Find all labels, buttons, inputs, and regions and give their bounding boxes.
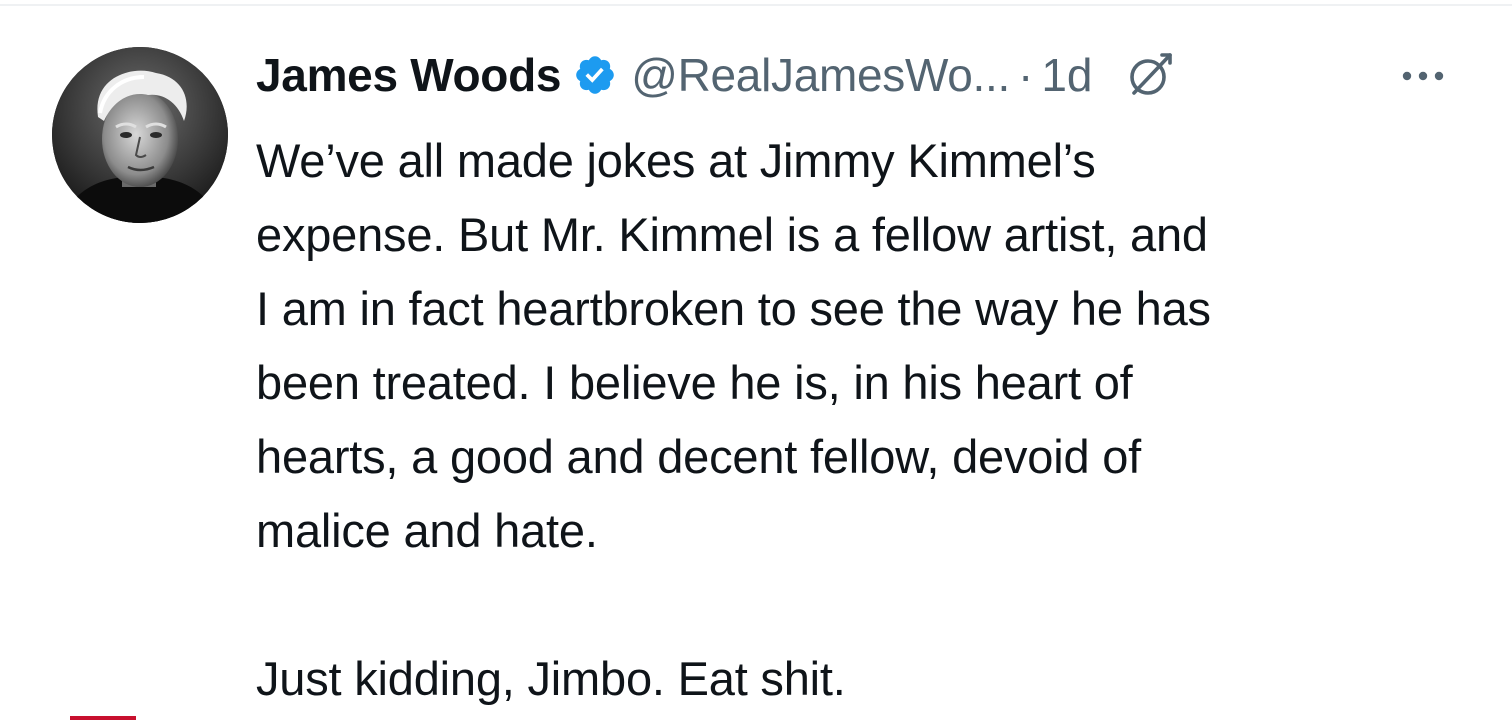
tweet-text-line: malice and hate.: [256, 504, 598, 557]
tweet-text-line: expense. But Mr. Kimmel is a fellow arti…: [256, 208, 1208, 261]
separator-dot: ·: [1017, 49, 1034, 101]
more-options-icon[interactable]: [1398, 66, 1448, 86]
display-name[interactable]: James Woods: [256, 48, 561, 102]
timestamp[interactable]: 1d: [1041, 48, 1092, 102]
red-accent-bar: [70, 716, 136, 720]
tweet-text-line: We’ve all made jokes at Jimmy Kimmel’s: [256, 134, 1096, 187]
profile-photo-icon: [52, 47, 228, 223]
tweet-text-line: been treated. I believe he is, in his he…: [256, 356, 1133, 409]
tweet-text-line: hearts, a good and decent fellow, devoid…: [256, 430, 1142, 483]
grok-icon[interactable]: [1126, 51, 1174, 99]
verified-badge-icon[interactable]: [573, 53, 617, 97]
avatar[interactable]: [52, 47, 228, 223]
tweet-text-line: I am in fact heartbroken to see the way …: [256, 282, 1211, 335]
author-handle[interactable]: @RealJamesWo...: [631, 48, 1010, 102]
tweet-header: James Woods @RealJamesWo... · 1d: [256, 42, 1174, 108]
tweet[interactable]: James Woods @RealJamesWo... · 1d We’ve a…: [0, 0, 1512, 721]
tweet-closing-line: Just kidding, Jimbo. Eat shit.: [256, 652, 846, 705]
tweet-text: We’ve all made jokes at Jimmy Kimmel’s e…: [256, 124, 1476, 716]
